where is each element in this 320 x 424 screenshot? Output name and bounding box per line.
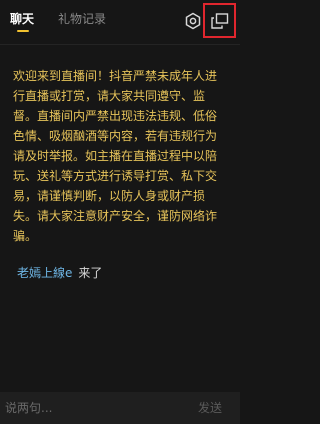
tab-chat[interactable]: 聊天 (10, 11, 34, 27)
chat-message: 老嫣上線e 来了 (17, 265, 102, 281)
chat-header: 聊天 礼物记录 (0, 0, 240, 44)
chat-text: 来了 (78, 266, 103, 280)
popout-window-button[interactable] (203, 3, 236, 38)
tab-gift-records[interactable]: 礼物记录 (58, 11, 106, 27)
live-chat-panel: 聊天 礼物记录 欢迎来到直播间！抖音严禁未成年人进行直播或打赏，请大家共同遵守、… (0, 0, 240, 424)
header-divider (0, 44, 240, 45)
chat-input-bar: 发送 (0, 392, 240, 424)
send-button[interactable]: 发送 (198, 400, 222, 416)
settings-icon[interactable] (184, 12, 202, 30)
live-room-notice: 欢迎来到直播间！抖音严禁未成年人进行直播或打赏，请大家共同遵守、监督。直播间内严… (13, 69, 218, 243)
active-tab-indicator (17, 30, 29, 32)
chat-input[interactable] (5, 398, 185, 418)
chat-username[interactable]: 老嫣上線e (17, 266, 72, 280)
popout-window-icon (211, 13, 229, 29)
